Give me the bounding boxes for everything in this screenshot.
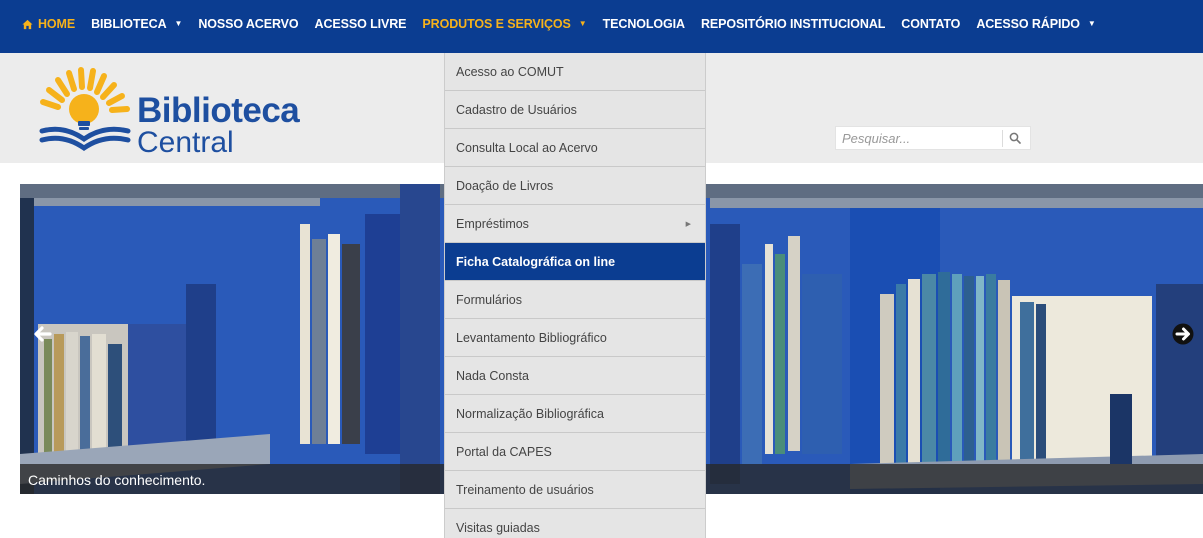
search-icon[interactable]: [1009, 132, 1021, 144]
menu-item-label: Portal da CAPES: [456, 444, 552, 459]
menu-item-label: Doação de Livros: [456, 178, 554, 193]
nav-item-acesso-livre[interactable]: ACESSO LIVRE: [307, 14, 415, 34]
arrow-left-icon[interactable]: [32, 323, 54, 345]
page: HOME BIBLIOTECA ▼ NOSSO ACERVO ACESSO LI…: [0, 0, 1203, 538]
menu-item-consulta-local[interactable]: Consulta Local ao Acervo: [445, 129, 705, 167]
top-navigation: HOME BIBLIOTECA ▼ NOSSO ACERVO ACESSO LI…: [0, 0, 1203, 53]
caret-down-icon: ▼: [578, 19, 587, 28]
menu-item-doacao-livros[interactable]: Doação de Livros: [445, 167, 705, 205]
menu-item-label: Consulta Local ao Acervo: [456, 140, 598, 155]
menu-item-normalizacao-bibliografica[interactable]: Normalização Bibliográfica: [445, 395, 705, 433]
nav-item-label: BIBLIOTECA: [91, 17, 167, 31]
nav-item-label: CONTATO: [901, 17, 961, 31]
nav-item-tecnologia[interactable]: TECNOLOGIA: [595, 14, 693, 34]
logo-title: Biblioteca: [137, 91, 300, 130]
nav-item-label: NOSSO ACERVO: [198, 17, 299, 31]
menu-item-levantamento-bibliografico[interactable]: Levantamento Bibliográfico: [445, 319, 705, 357]
menu-item-ficha-catalografica[interactable]: Ficha Catalográfica on line: [445, 243, 705, 281]
produtos-servicos-dropdown: Acesso ao COMUT Cadastro de Usuários Con…: [444, 53, 706, 538]
nav-item-acesso-rapido[interactable]: ACESSO RÁPIDO ▼: [968, 14, 1103, 34]
menu-item-treinamento-usuarios[interactable]: Treinamento de usuários: [445, 471, 705, 509]
search-box: [835, 126, 1031, 150]
menu-item-nada-consta[interactable]: Nada Consta: [445, 357, 705, 395]
menu-item-label: Levantamento Bibliográfico: [456, 330, 607, 345]
site-logo[interactable]: Biblioteca Central: [36, 65, 300, 159]
menu-item-label: Acesso ao COMUT: [456, 64, 564, 79]
menu-item-label: Treinamento de usuários: [456, 482, 594, 497]
home-icon: [22, 19, 33, 29]
nav-item-label: REPOSITÓRIO INSTITUCIONAL: [700, 17, 886, 31]
arrow-right-icon[interactable]: [1172, 323, 1194, 345]
menu-item-label: Empréstimos: [456, 216, 529, 231]
menu-item-formularios[interactable]: Formulários: [445, 281, 705, 319]
nav-item-label: TECNOLOGIA: [602, 17, 685, 31]
nav-item-contato[interactable]: CONTATO: [893, 14, 968, 34]
menu-item-label: Ficha Catalográfica on line: [456, 254, 616, 269]
nav-item-home[interactable]: HOME: [14, 14, 83, 34]
menu-item-acesso-comut[interactable]: Acesso ao COMUT: [445, 53, 705, 91]
menu-item-label: Visitas guiadas: [456, 521, 540, 535]
nav-item-repositorio-institucional[interactable]: REPOSITÓRIO INSTITUCIONAL: [693, 14, 893, 34]
menu-item-portal-capes[interactable]: Portal da CAPES: [445, 433, 705, 471]
menu-item-label: Normalização Bibliográfica: [456, 406, 604, 421]
menu-item-label: Cadastro de Usuários: [456, 102, 577, 117]
nav-item-nosso-acervo[interactable]: NOSSO ACERVO: [190, 14, 306, 34]
nav-item-produtos-e-servicos[interactable]: PRODUTOS E SERVIÇOS ▼: [414, 14, 594, 34]
caret-down-icon: ▼: [1087, 19, 1096, 28]
caret-down-icon: ▼: [174, 19, 183, 28]
logo-subtitle: Central: [137, 126, 234, 159]
slider-caption: Caminhos do conhecimento.: [28, 472, 206, 488]
nav-item-label: ACESSO LIVRE: [314, 17, 407, 31]
nav-item-label: HOME: [38, 17, 76, 31]
nav-item-label: ACESSO RÁPIDO: [976, 17, 1080, 31]
menu-item-label: Formulários: [456, 292, 522, 307]
search-input[interactable]: [836, 127, 1006, 149]
nav-item-label: PRODUTOS E SERVIÇOS: [422, 17, 571, 31]
menu-item-cadastro-usuarios[interactable]: Cadastro de Usuários: [445, 91, 705, 129]
menu-item-label: Nada Consta: [456, 368, 529, 383]
search-divider: [1002, 130, 1003, 147]
submenu-arrow-icon: ▶: [685, 221, 691, 228]
menu-item-emprestimos[interactable]: Empréstimos ▶: [445, 205, 705, 243]
nav-item-biblioteca[interactable]: BIBLIOTECA ▼: [83, 14, 190, 34]
nav-items: HOME BIBLIOTECA ▼ NOSSO ACERVO ACESSO LI…: [14, 0, 1104, 53]
logo-lightbulb-book-icon: [39, 67, 131, 152]
menu-item-visitas-guiadas[interactable]: Visitas guiadas: [445, 509, 705, 538]
